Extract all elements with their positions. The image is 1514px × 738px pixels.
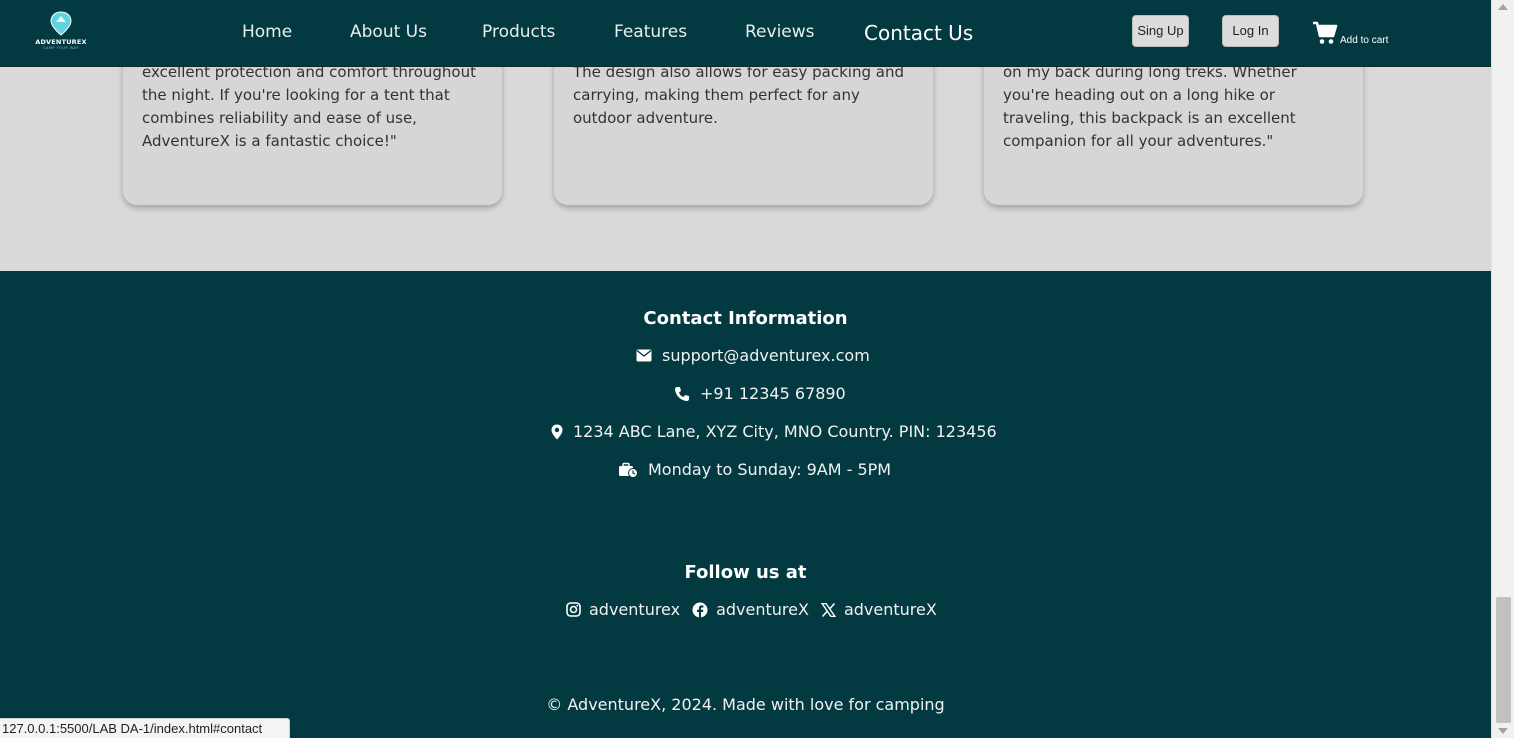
contact-footer: Contact Information support@adventurex.c… xyxy=(0,271,1491,738)
shopping-cart-icon[interactable] xyxy=(1312,20,1338,46)
nav-about-us[interactable]: About Us xyxy=(350,22,427,42)
address-text: 1234 ABC Lane, XYZ City, MNO Country. PI… xyxy=(573,422,997,441)
nav-reviews[interactable]: Reviews xyxy=(745,22,815,42)
contact-email[interactable]: support@adventurex.com xyxy=(636,346,870,365)
facebook-icon xyxy=(692,602,708,618)
facebook-handle: adventureX xyxy=(716,600,809,619)
contact-phone[interactable]: +91 12345 67890 xyxy=(674,384,846,403)
logo-text: ADVENTUREX xyxy=(35,38,87,46)
login-button[interactable]: Log In xyxy=(1222,15,1279,47)
site-header: ADVENTUREX CAMP YOUR WAY Home About Us P… xyxy=(0,0,1491,67)
contact-address: 1234 ABC Lane, XYZ City, MNO Country. PI… xyxy=(551,422,997,441)
nav-home[interactable]: Home xyxy=(242,22,292,42)
instagram-icon xyxy=(566,602,581,617)
envelope-icon xyxy=(636,349,652,362)
scroll-up-arrow-icon[interactable] xyxy=(1498,4,1508,10)
social-links: adventurex adventureX adventureX xyxy=(566,600,949,619)
social-instagram[interactable]: adventurex xyxy=(566,600,680,619)
nav-products[interactable]: Products xyxy=(482,22,555,42)
phone-icon xyxy=(675,386,689,401)
follow-title: Follow us at xyxy=(684,562,807,583)
nav-contact-us[interactable]: Contact Us xyxy=(864,21,973,45)
hours-text: Monday to Sunday: 9AM - 5PM xyxy=(648,460,892,479)
contact-title: Contact Information xyxy=(643,308,848,329)
social-facebook[interactable]: adventureX xyxy=(692,600,809,619)
phone-text: +91 12345 67890 xyxy=(700,384,846,403)
email-text: support@adventurex.com xyxy=(662,346,870,365)
logo-pin-icon xyxy=(50,11,72,36)
logo-subtext: CAMP YOUR WAY xyxy=(43,46,79,50)
copyright-text: © AdventureX, 2024. Made with love for c… xyxy=(546,695,945,714)
page-scrollbar[interactable] xyxy=(1491,0,1514,738)
signup-button[interactable]: Sing Up xyxy=(1132,15,1189,47)
map-pin-icon xyxy=(551,424,563,439)
nav-features[interactable]: Features xyxy=(614,22,687,42)
contact-hours: Monday to Sunday: 9AM - 5PM xyxy=(618,460,891,479)
logo[interactable]: ADVENTUREX CAMP YOUR WAY xyxy=(33,10,89,50)
instagram-handle: adventurex xyxy=(589,600,681,619)
status-url-preview: 127.0.0.1:5500/LAB DA-1/index.html#conta… xyxy=(0,718,290,738)
social-x[interactable]: adventureX xyxy=(820,600,937,619)
scrollbar-thumb[interactable] xyxy=(1496,597,1511,723)
cart-label[interactable]: Add to cart xyxy=(1340,35,1388,46)
business-time-icon xyxy=(619,462,638,478)
x-twitter-icon xyxy=(820,602,836,617)
x-handle: adventureX xyxy=(843,600,937,619)
scroll-down-arrow-icon[interactable] xyxy=(1498,728,1508,734)
